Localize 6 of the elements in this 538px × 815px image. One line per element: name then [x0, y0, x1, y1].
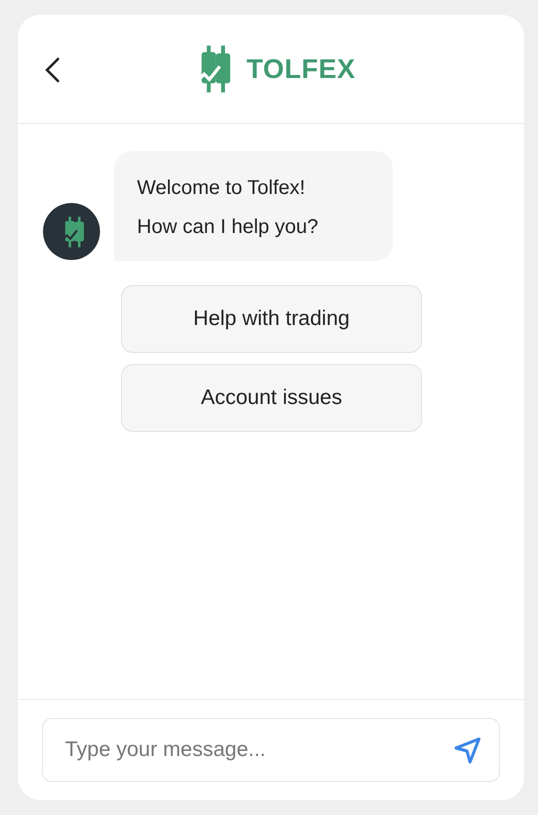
message-text: How can I help you? [137, 215, 320, 240]
message-text: Welcome to Tolfex! [137, 176, 306, 201]
brand-name: TOLFEX [246, 54, 356, 84]
quick-reply-button[interactable]: Account issues [121, 364, 422, 432]
message-input[interactable]: Type your message... [42, 718, 500, 782]
quick-reply-button[interactable]: Help with trading [121, 285, 422, 353]
